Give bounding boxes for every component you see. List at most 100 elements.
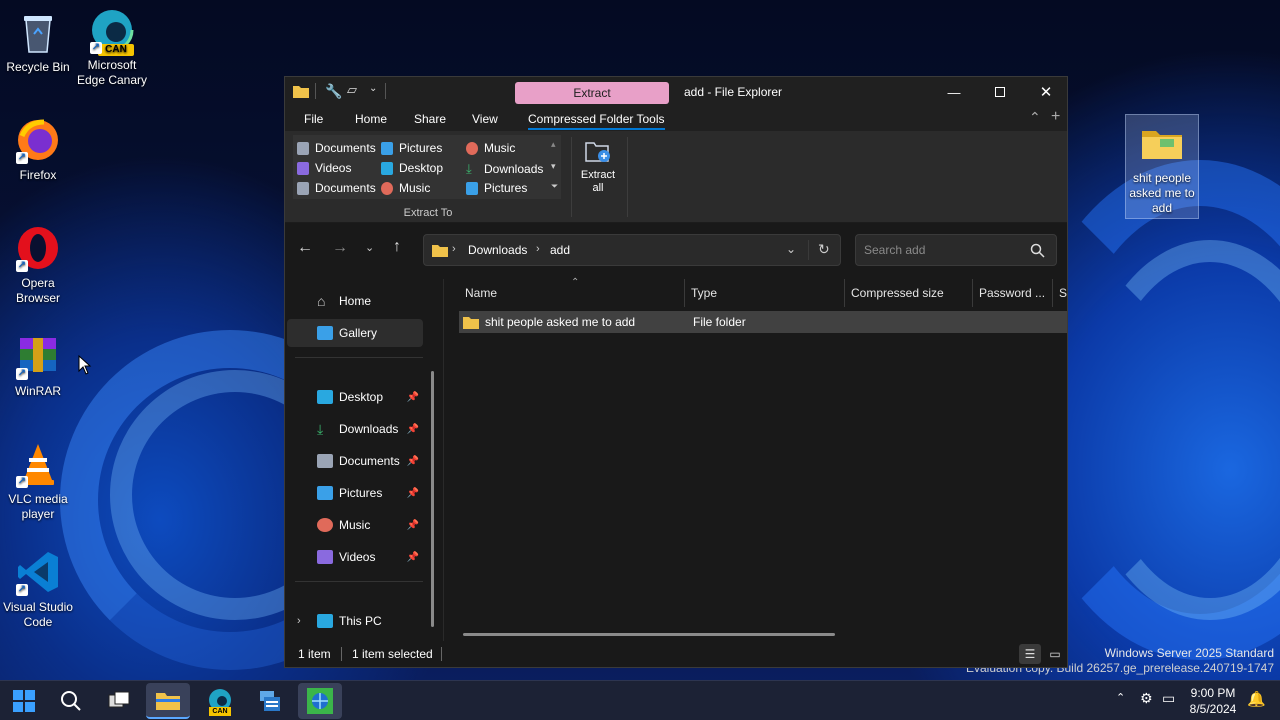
- extract-to-pictures-2[interactable]: Pictures: [466, 181, 527, 195]
- winrar-icon: ↗: [14, 332, 62, 380]
- search-input[interactable]: Search add: [864, 243, 925, 257]
- table-row[interactable]: shit people asked me to add File folder: [459, 311, 1067, 333]
- address-dropdown-icon[interactable]: ⌄: [786, 242, 796, 256]
- sidebar-item-desktop[interactable]: Desktop 📌: [287, 383, 423, 411]
- extract-to-music-1[interactable]: Music: [381, 181, 430, 195]
- extract-to-documents-1[interactable]: Documents: [297, 141, 376, 155]
- tab-compressed-folder-tools[interactable]: Compressed Folder Tools: [528, 112, 665, 130]
- pin-icon[interactable]: 📌: [407, 456, 419, 467]
- taskbar-file-explorer[interactable]: [146, 683, 190, 719]
- new-folder-quick-icon[interactable]: ▱: [347, 82, 357, 98]
- breadcrumb-add[interactable]: add: [550, 243, 570, 257]
- large-icons-view-button[interactable]: ▭: [1045, 644, 1065, 664]
- title-bar[interactable]: 🔧 ▱ ⌄ Extract add - File Explorer — ✕: [285, 77, 1067, 107]
- extract-to-videos[interactable]: Videos: [297, 161, 351, 175]
- documents-icon: [317, 454, 333, 468]
- tab-share[interactable]: Share: [414, 112, 446, 126]
- extract-to-desktop[interactable]: Desktop: [381, 161, 443, 175]
- refresh-icon[interactable]: ↻: [818, 241, 830, 258]
- gallery-more-icon[interactable]: ⏷: [551, 181, 558, 192]
- desktop-icon-firefox[interactable]: ↗ Firefox: [0, 116, 76, 183]
- search-icon[interactable]: [1030, 243, 1045, 258]
- search-button[interactable]: [49, 683, 93, 719]
- shortcut-arrow-icon: ↗: [16, 584, 28, 596]
- network-settings-icon[interactable]: ⚙: [1140, 690, 1153, 707]
- ribbon-label: Music: [484, 141, 516, 155]
- show-hidden-icons-icon[interactable]: ⌃: [1116, 691, 1125, 704]
- ribbon-label: Documents: [315, 141, 376, 155]
- pin-icon[interactable]: 📌: [407, 392, 419, 403]
- pin-icon[interactable]: 📌: [407, 488, 419, 499]
- breadcrumb-downloads[interactable]: Downloads: [468, 243, 527, 257]
- address-bar[interactable]: › Downloads › add ⌄ ↻: [423, 234, 841, 266]
- minimize-button[interactable]: —: [931, 77, 977, 107]
- column-header-size[interactable]: Si: [1053, 279, 1067, 307]
- display-icon[interactable]: ▭: [1162, 690, 1175, 707]
- taskbar-app[interactable]: [248, 683, 292, 719]
- tab-view[interactable]: View: [472, 112, 498, 126]
- extract-to-documents-2[interactable]: Documents: [297, 181, 376, 195]
- desktop-icon-vlc[interactable]: ↗ VLC media player: [0, 440, 76, 522]
- extract-to-pictures-1[interactable]: Pictures: [381, 141, 442, 155]
- column-header-type[interactable]: Type: [685, 279, 845, 307]
- column-header-compressed-size[interactable]: Compressed size: [845, 279, 973, 307]
- sidebar-item-this-pc[interactable]: › This PC: [287, 607, 423, 635]
- horizontal-scrollbar[interactable]: [463, 633, 835, 636]
- firefox-icon: ↗: [14, 116, 62, 164]
- collapse-ribbon-icon[interactable]: ⌃: [1029, 109, 1041, 126]
- tab-file[interactable]: File: [304, 112, 323, 126]
- desktop-icon-folder[interactable]: shit people asked me to add: [1125, 114, 1199, 219]
- column-header-name[interactable]: Name: [459, 279, 685, 307]
- close-button[interactable]: ✕: [1023, 77, 1069, 107]
- extract-to-music-2[interactable]: Music: [466, 141, 515, 155]
- extract-to-downloads[interactable]: ⤓ Downloads: [466, 161, 543, 177]
- pin-icon[interactable]: 📌: [407, 520, 419, 531]
- pictures-icon: [317, 486, 333, 500]
- task-view-button[interactable]: [97, 683, 141, 719]
- taskbar-edge-canary[interactable]: CAN: [198, 683, 242, 719]
- sidebar-item-videos[interactable]: Videos 📌: [287, 543, 423, 571]
- ribbon-label: Desktop: [399, 161, 444, 175]
- forward-button[interactable]: →: [332, 239, 348, 257]
- back-button[interactable]: ←: [297, 239, 313, 257]
- recent-locations-chevron-icon[interactable]: ⌄: [365, 241, 374, 254]
- sidebar-item-pictures[interactable]: Pictures 📌: [287, 479, 423, 507]
- column-header-password[interactable]: Password ...: [973, 279, 1053, 307]
- tab-home[interactable]: Home: [355, 112, 387, 126]
- sidebar-item-home[interactable]: ⌂ Home: [287, 287, 423, 315]
- gallery-down-icon[interactable]: ▾: [551, 161, 556, 172]
- shortcut-arrow-icon: ↗: [16, 476, 28, 488]
- customize-quick-access-chevron-icon[interactable]: ⌄: [369, 83, 377, 94]
- desktop-icon-opera[interactable]: ↗ Opera Browser: [0, 224, 76, 306]
- music-icon: [317, 518, 333, 532]
- start-button[interactable]: [2, 683, 46, 719]
- extract-context-tab[interactable]: Extract: [515, 82, 669, 104]
- pictures-icon: [466, 181, 478, 195]
- extract-all-label: Extract all: [580, 169, 616, 194]
- expand-chevron-icon[interactable]: ›: [297, 615, 301, 627]
- desktop-icon-label: WinRAR: [14, 384, 61, 398]
- gallery-up-icon[interactable]: ▴: [551, 139, 556, 150]
- pin-icon[interactable]: 📌: [407, 552, 419, 563]
- desktop-icon-edge-canary[interactable]: CAN ↗ Microsoft Edge Canary: [74, 6, 150, 88]
- sidebar-item-documents[interactable]: Documents 📌: [287, 447, 423, 475]
- sidebar-item-music[interactable]: Music 📌: [287, 511, 423, 539]
- desktop-icon-recycle-bin[interactable]: Recycle Bin: [0, 8, 76, 75]
- details-view-button[interactable]: ☰: [1019, 644, 1041, 664]
- sidebar-item-downloads[interactable]: ⤓ Downloads 📌: [287, 415, 423, 443]
- up-button[interactable]: ↑: [393, 238, 401, 256]
- desktop-icon-vscode[interactable]: ↗ Visual Studio Code: [0, 548, 76, 630]
- sidebar-scrollbar[interactable]: [431, 371, 434, 627]
- properties-quick-icon[interactable]: 🔧: [325, 83, 342, 100]
- desktop-icon-winrar[interactable]: ↗ WinRAR: [0, 332, 76, 399]
- taskbar-network-app[interactable]: [298, 683, 342, 719]
- maximize-button[interactable]: [977, 77, 1023, 107]
- desktop-icon-label: Opera Browser: [15, 276, 60, 305]
- search-box[interactable]: Search add: [855, 234, 1057, 266]
- sidebar-item-gallery[interactable]: Gallery: [287, 319, 423, 347]
- notification-bell-icon[interactable]: 🔔: [1247, 690, 1266, 708]
- pin-icon[interactable]: 📌: [407, 424, 419, 435]
- clock[interactable]: 9:00 PM 8/5/2024: [1186, 685, 1240, 717]
- extract-all-button[interactable]: Extract all: [577, 139, 619, 195]
- add-tab-icon[interactable]: +: [1051, 108, 1060, 126]
